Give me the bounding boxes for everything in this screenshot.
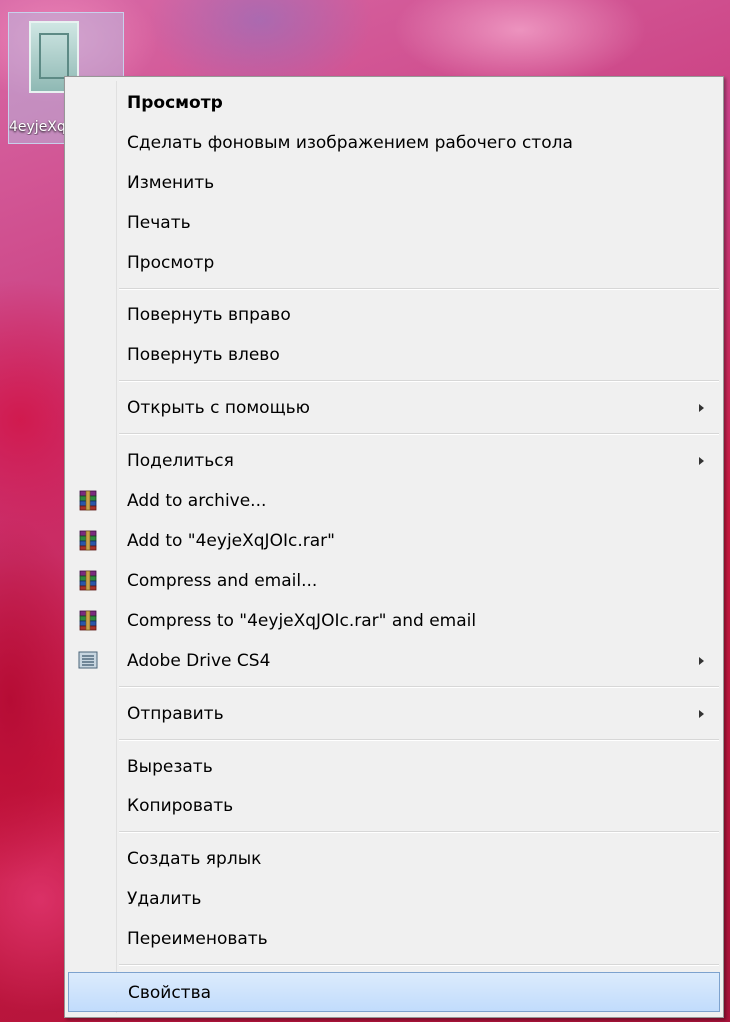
menu-item-add-to-rar[interactable]: Add to "4eyjeXqJOIc.rar" [68,521,720,561]
menu-item-open-with[interactable]: Открыть с помощью [68,388,720,428]
menu-separator [119,433,719,435]
menu-item-rotate-right[interactable]: Повернуть вправо [68,295,720,335]
submenu-arrow-icon [699,657,704,665]
menu-item-set-wallpaper[interactable]: Сделать фоновым изображением рабочего ст… [68,123,720,163]
menu-item-label: Add to archive... [127,491,267,511]
adobe-drive-icon [78,651,98,669]
context-menu: Просмотр Сделать фоновым изображением ра… [64,76,724,1018]
menu-item-preview-default[interactable]: Просмотр [68,83,720,123]
menu-item-label: Удалить [127,889,202,909]
menu-item-preview[interactable]: Просмотр [68,243,720,283]
menu-item-cut[interactable]: Вырезать [68,747,720,787]
menu-item-label: Adobe Drive CS4 [127,651,271,671]
menu-item-label: Создать ярлык [127,849,262,869]
menu-item-add-to-archive[interactable]: Add to archive... [68,481,720,521]
menu-item-label: Повернуть влево [127,345,280,365]
submenu-arrow-icon [699,710,704,718]
winrar-icon [79,490,97,511]
menu-separator [119,380,719,382]
menu-separator [119,739,719,741]
menu-separator [119,964,719,966]
winrar-icon [79,530,97,551]
menu-item-rotate-left[interactable]: Повернуть влево [68,335,720,375]
menu-item-compress-to-rar-and-email[interactable]: Compress to "4eyjeXqJOIc.rar" and email [68,601,720,641]
menu-item-label: Сделать фоновым изображением рабочего ст… [127,133,573,153]
menu-item-properties[interactable]: Свойства [68,972,720,1012]
menu-item-label: Переименовать [127,929,268,949]
winrar-icon [79,570,97,591]
submenu-arrow-icon [699,457,704,465]
menu-item-rename[interactable]: Переименовать [68,919,720,959]
menu-separator [119,288,719,290]
menu-item-label: Просмотр [127,253,215,273]
menu-separator [119,831,719,833]
menu-item-label: Compress and email... [127,571,318,591]
menu-item-label: Копировать [127,796,234,816]
menu-item-label: Add to "4eyjeXqJOIc.rar" [127,531,335,551]
menu-item-label: Поделиться [127,451,234,471]
menu-item-label: Печать [127,213,191,233]
menu-separator [119,686,719,688]
menu-item-edit[interactable]: Изменить [68,163,720,203]
menu-item-label: Compress to "4eyjeXqJOIc.rar" and email [127,611,477,631]
menu-item-label: Открыть с помощью [127,398,310,418]
menu-item-label: Свойства [128,983,212,1003]
menu-item-label: Вырезать [127,757,213,777]
menu-item-label: Изменить [127,173,215,193]
menu-item-share[interactable]: Поделиться [68,441,720,481]
menu-item-create-shortcut[interactable]: Создать ярлык [68,839,720,879]
menu-item-copy[interactable]: Копировать [68,786,720,826]
menu-item-compress-and-email[interactable]: Compress and email... [68,561,720,601]
menu-item-delete[interactable]: Удалить [68,879,720,919]
submenu-arrow-icon [699,404,704,412]
menu-item-adobe-drive[interactable]: Adobe Drive CS4 [68,641,720,681]
menu-item-print[interactable]: Печать [68,203,720,243]
menu-item-label: Отправить [127,704,224,724]
menu-item-label: Повернуть вправо [127,305,291,325]
winrar-icon [79,610,97,631]
menu-item-label: Просмотр [127,93,223,113]
menu-item-send-to[interactable]: Отправить [68,694,720,734]
